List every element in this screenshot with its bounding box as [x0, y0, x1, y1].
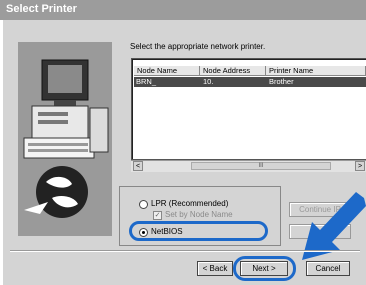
column-header-node-address[interactable]: Node Address — [200, 66, 266, 76]
window-title: Select Printer — [6, 3, 77, 15]
column-header-node-name[interactable]: Node Name — [134, 66, 200, 76]
cancel-button[interactable]: Cancel — [306, 261, 350, 276]
lpr-label: LPR (Recommended) — [151, 199, 229, 208]
cell-printer-name: Brother — [269, 77, 294, 86]
set-by-node-name-checkbox[interactable]: ✓ — [153, 211, 162, 220]
scroll-thumb[interactable]: III — [191, 162, 331, 170]
scroll-right-icon[interactable]: > — [355, 161, 365, 171]
arrow-pointer-icon — [302, 192, 366, 260]
computer-globe-icon — [23, 59, 109, 218]
set-by-node-name-label: Set by Node Name — [165, 210, 233, 219]
title-bar: Select Printer — [0, 0, 366, 20]
computer-illustration — [18, 42, 112, 236]
horizontal-scrollbar[interactable]: < III > — [131, 160, 366, 172]
cell-node-address: 10. — [203, 77, 214, 86]
instruction-text: Select the appropriate network printer. — [130, 42, 266, 51]
lpr-radio[interactable] — [139, 200, 148, 209]
scroll-left-icon[interactable]: < — [133, 161, 143, 171]
next-highlight — [233, 256, 296, 281]
netbios-highlight — [129, 221, 268, 241]
separator-line — [10, 250, 360, 252]
cell-node-name: BRN_ — [136, 77, 157, 86]
table-row[interactable] — [134, 77, 366, 87]
back-button[interactable]: < Back — [197, 261, 233, 276]
column-header-printer-name[interactable]: Printer Name — [266, 66, 366, 76]
